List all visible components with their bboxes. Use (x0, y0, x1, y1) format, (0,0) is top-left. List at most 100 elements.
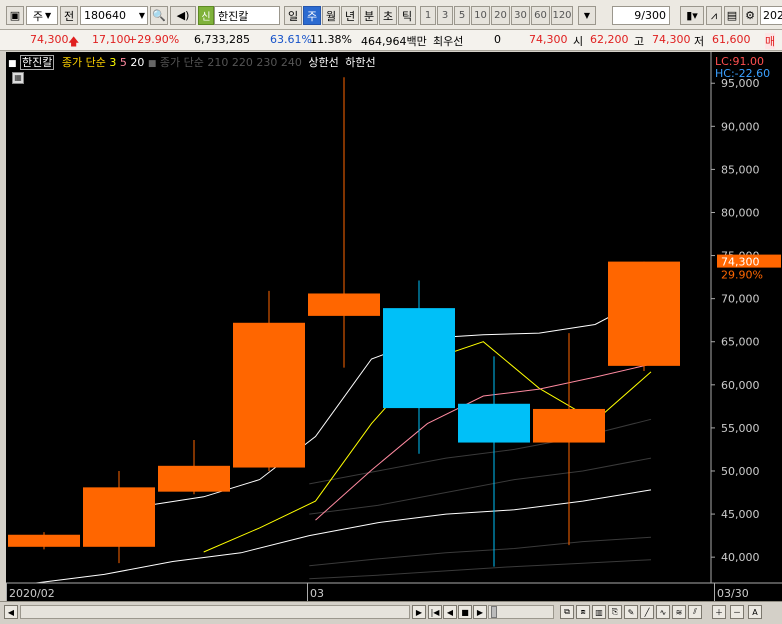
interval-120[interactable]: 120 (551, 6, 573, 25)
open-value: 62,200 (590, 33, 629, 46)
x-tick-label: 03 (310, 587, 324, 600)
amount-value: 464,964백만 (361, 35, 427, 48)
play-left-icon[interactable]: ◀ (443, 605, 457, 619)
chart-area[interactable]: 95,00090,00085,00080,00075,00070,00065,0… (6, 52, 782, 601)
scroll-track[interactable] (20, 605, 410, 619)
period-mode-label: 전 (63, 9, 75, 23)
legend-ma5: 5 (119, 56, 127, 69)
tab-6[interactable]: 초 (379, 6, 397, 25)
legend-ma-label2: 종가 단순 (159, 56, 204, 69)
save-icon[interactable]: ▤ (724, 6, 740, 25)
pct2-value: 11.38% (310, 33, 352, 46)
hc-readout: HC:-22.60 (715, 67, 770, 80)
tab-4[interactable]: 년 (341, 6, 359, 25)
line-icon[interactable]: ╱ (640, 605, 654, 619)
channel-icon[interactable]: ⫽ (688, 605, 702, 619)
compare-icon[interactable]: ⩘ (706, 6, 722, 25)
search-icon[interactable]: 🔍 (150, 6, 168, 25)
count-field[interactable]: 9/300 (612, 6, 670, 25)
legend: ■ 한진칼 종가 단순 3 5 20 ■ 종가 단순 210 220 230 2… (8, 54, 376, 70)
grid-icon[interactable]: ▦ (12, 72, 24, 84)
scroll-right-icon[interactable]: ▶ (412, 605, 426, 619)
zoom-slider[interactable] (488, 605, 554, 619)
first-page-icon[interactable]: |◀ (428, 605, 442, 619)
y-tick-label: 70,000 (721, 293, 760, 306)
legend-lower-limit: 하한선 (345, 56, 376, 69)
zoom-in-icon[interactable]: ＋ (712, 605, 726, 619)
candle-up (158, 465, 230, 492)
zoom-reset-icon[interactable]: ⧈ (576, 605, 590, 619)
period-type-label: 주 (32, 9, 43, 23)
candle-up (83, 487, 155, 547)
price-value: 74,300 (30, 33, 69, 46)
stock-name-value: 한진칼 (218, 9, 249, 23)
interval-dropdown[interactable]: ▼ (578, 6, 596, 25)
stock-name-field[interactable]: 한진칼 (214, 6, 280, 25)
legend-stock-name: 한진칼 (20, 55, 55, 70)
legend-square-icon: ■ (8, 59, 17, 69)
badge-label: 신 (201, 12, 211, 23)
chevron-down-icon: ▼ (44, 11, 52, 20)
ma-line-220 (309, 457, 652, 515)
interval-3[interactable]: 3 (437, 6, 453, 25)
zoom-out-icon[interactable]: － (730, 605, 744, 619)
stock-code-input[interactable]: 180640 ▼ (80, 6, 148, 25)
tab-5[interactable]: 분 (360, 6, 378, 25)
chevron-down-icon: ▼ (138, 11, 145, 20)
copy-icon[interactable]: ⎘ (608, 605, 622, 619)
new-badge: 신 (198, 6, 214, 25)
date-field[interactable]: 2020 (760, 6, 782, 25)
extra-label: 매 (765, 33, 776, 49)
y-tick-label: 40,000 (721, 551, 760, 564)
legend-ma220: 220 (231, 56, 253, 69)
count-value: 9/300 (634, 9, 666, 22)
low-value: 61,600 (712, 33, 751, 46)
candle-up (608, 261, 680, 366)
fib-icon[interactable]: ≋ (672, 605, 686, 619)
candle-up (308, 293, 380, 316)
tab-3[interactable]: 월 (322, 6, 340, 25)
interval-1[interactable]: 1 (420, 6, 436, 25)
pct-tag-label: 29.90% (721, 269, 763, 282)
wave-icon[interactable]: ∿ (656, 605, 670, 619)
interval-20[interactable]: 20 (491, 6, 510, 25)
interval-30[interactable]: 30 (511, 6, 530, 25)
candle-type-icon[interactable]: ▮▾ (680, 6, 704, 25)
date-value: 2020 (763, 9, 782, 22)
up-arrow-icon: 🡅 (68, 35, 80, 48)
interval-5[interactable]: 5 (454, 6, 470, 25)
toolbar: ▣ 주 ▼ 전 180640 ▼ 🔍 ◀) 신 한진칼 일주월년분초틱 1 3 5 10 2… (0, 0, 782, 30)
legend-upper-limit: 상한선 (308, 56, 339, 69)
tab-1[interactable]: 일 (284, 6, 302, 25)
legend-ma230: 230 (256, 56, 278, 69)
chart-scrollbar[interactable]: ◀ ▶ |◀ ◀ ■ ▶ ⧉ ⧈ ▥ ⎘ ✎ ╱ ∿ ≋ ⫽ ＋ － A (0, 601, 782, 624)
stop-icon[interactable]: ■ (458, 605, 472, 619)
y-tick-label: 80,000 (721, 206, 760, 219)
zoom-fit-icon[interactable]: ⧉ (560, 605, 574, 619)
legend-ma210: 210 (207, 56, 229, 69)
play-right-icon[interactable]: ▶ (473, 605, 487, 619)
candlestick-chart[interactable]: 95,00090,00085,00080,00075,00070,00065,0… (6, 52, 782, 601)
priority-value: 0 (494, 33, 501, 46)
scroll-left-icon[interactable]: ◀ (4, 605, 18, 619)
period-type-select[interactable]: 주 ▼ (26, 6, 58, 25)
high-value: 74,300 (652, 33, 691, 46)
tab-7[interactable]: 틱 (398, 6, 416, 25)
tab-2[interactable]: 주 (303, 6, 321, 25)
zoom-slider-handle[interactable] (491, 606, 497, 618)
candle-up (533, 408, 605, 443)
tool-icon[interactable]: ✎ (624, 605, 638, 619)
font-size-icon[interactable]: A (748, 605, 762, 619)
chart-icon[interactable]: ▣ (6, 6, 24, 25)
stock-code-value: 180640 (84, 9, 126, 22)
interval-10[interactable]: 10 (471, 6, 490, 25)
speaker-icon[interactable]: ◀) (170, 6, 196, 25)
y-tick-label: 90,000 (721, 120, 760, 133)
legend-square-icon: ■ (147, 59, 157, 69)
interval-60[interactable]: 60 (531, 6, 550, 25)
gear-icon[interactable]: ⚙ (742, 6, 758, 25)
period-mode-button[interactable]: 전 (60, 6, 78, 25)
chart-type-icon[interactable]: ▥ (592, 605, 606, 619)
open-label: 시 (573, 35, 584, 48)
ma-line-240 (309, 559, 652, 580)
